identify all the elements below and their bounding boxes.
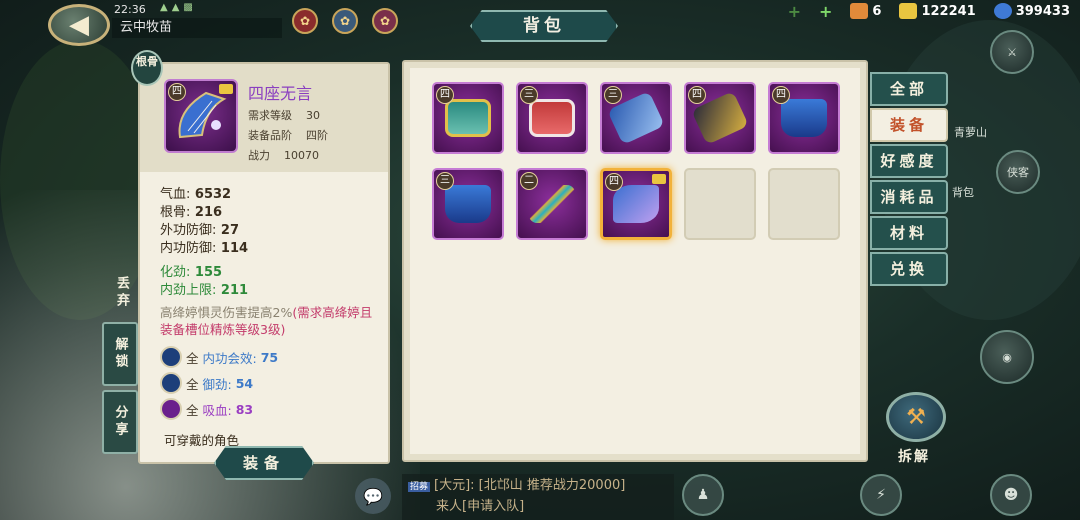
add-icon[interactable]: + (819, 2, 832, 21)
chat-line: 来人[申请入队] (436, 499, 525, 514)
stat-row: 气血: 6532 (160, 187, 232, 202)
status-icons: ▲▲▩ (160, 2, 197, 13)
silver-currency: 399433 (993, 3, 1070, 19)
area-name: 云中牧苗 (112, 18, 282, 38)
gem-icon (160, 398, 182, 420)
item-name: 四座无言 (248, 84, 313, 103)
add-icon[interactable]: + (788, 2, 801, 21)
team-icon[interactable]: ♟ (682, 474, 724, 516)
boots-icon (445, 185, 491, 223)
inventory-slot-empty[interactable] (768, 168, 840, 240)
tab-consumables[interactable]: 消耗品 (870, 180, 948, 214)
item-detail-panel: 四 四座无言 需求等级 30 装备品阶 四阶 战力 10070 气血: 6532 根骨… (138, 62, 390, 464)
stat-row: 内劲上限: 211 (160, 283, 249, 298)
dismantle-button[interactable]: 拆解 (898, 446, 930, 466)
gem-row: 全 御劲: 54 (160, 370, 278, 396)
item-meta: 需求等级 30 装备品阶 四阶 战力 10070 (248, 106, 328, 166)
tab-exchange[interactable]: 兑换 (870, 252, 948, 286)
gem-icon (160, 372, 182, 394)
tab-all[interactable]: 全部 (870, 72, 948, 106)
discard-button[interactable]: 丢弃 (112, 276, 131, 310)
page-title: 背包 (470, 10, 618, 42)
ticket-count: 6 (872, 3, 882, 19)
tab-equipment[interactable]: 装备 (870, 108, 948, 142)
hud-badges: ✿ ✿ ✿ (292, 8, 398, 34)
belt-icon (529, 99, 575, 137)
chat-box[interactable]: 招募 [大元]: [北邙山 推荐战力20000] 来人[申请入队] (402, 474, 674, 520)
inventory-slot-empty[interactable] (684, 168, 756, 240)
crest-icon[interactable]: ✿ (372, 8, 398, 34)
equip-button[interactable]: 装备 (214, 446, 314, 480)
npc-button[interactable]: ⚔ (990, 30, 1034, 74)
boots-icon (781, 99, 827, 137)
quality-flag-icon (652, 174, 666, 184)
gem-row: 全 吸血: 83 (160, 396, 278, 422)
chat-icon[interactable]: 💬 (355, 478, 391, 514)
npc-label: 背包 (952, 186, 974, 199)
gem-row: 全 内功会效: 75 (160, 344, 278, 370)
tab-materials[interactable]: 材料 (870, 216, 948, 250)
skill-icon[interactable]: ⚡ (860, 474, 902, 516)
crown-icon (899, 3, 918, 19)
harp-icon (613, 185, 659, 223)
gem-icon (160, 346, 182, 368)
inventory-slot-selected[interactable]: 四 (600, 168, 672, 240)
inventory-slot[interactable]: 三 (516, 82, 588, 154)
meta-row: 需求等级 30 (248, 109, 320, 122)
stat-row: 化劲: 155 (160, 265, 223, 280)
npc-label: 青萝山 (954, 126, 987, 139)
belt-icon (445, 99, 491, 137)
orb-icon (993, 3, 1012, 19)
share-button[interactable]: 分享 (102, 390, 138, 454)
stat-row: 外功防御: 27 (160, 223, 240, 238)
gold-currency: 122241 (899, 3, 976, 19)
ticket-currency: 6 (850, 3, 881, 19)
inventory-slot[interactable]: 二 (516, 168, 588, 240)
harp-graphic (178, 91, 227, 139)
unlock-button[interactable]: 解锁 (102, 322, 138, 386)
spears-icon (529, 185, 575, 223)
harp-icon: 四 (164, 79, 238, 153)
bonus-stats: 化劲: 155 内劲上限: 211 (160, 264, 248, 300)
ticket-icon (850, 3, 869, 19)
crest-icon[interactable]: ✿ (292, 8, 318, 34)
inventory-slot[interactable]: 四 (768, 82, 840, 154)
attribute-badge: 根骨 (131, 50, 163, 86)
gold-count: 122241 (921, 3, 976, 19)
inventory-slot[interactable]: 三 (432, 168, 504, 240)
crest-icon[interactable]: ✿ (332, 8, 358, 34)
currency-bar: + + 6 122241 399433 (788, 0, 1070, 22)
meta-row: 装备品阶 四阶 (248, 129, 328, 142)
inventory-slot[interactable]: 四 (432, 82, 504, 154)
back-arrow-icon: ◀ (69, 10, 89, 40)
gem-list: 全 内功会效: 75 全 御劲: 54 全 吸血: 83 (160, 344, 278, 422)
npc-button[interactable]: 侠客 (996, 150, 1040, 194)
chat-line: 招募 [大元]: [北邙山 推荐战力20000] (408, 478, 626, 493)
inventory-slot[interactable]: 四 (684, 82, 756, 154)
meta-row: 战力 10070 (248, 149, 319, 162)
back-button[interactable]: ◀ (48, 4, 110, 46)
inventory-slot[interactable]: 三 (600, 82, 672, 154)
eye-icon[interactable]: ◉ (980, 330, 1034, 384)
clock: 22:36 (114, 3, 146, 16)
set-effect: 高绛婷惧灵伤害提高2%(需求高绛婷且装备槽位精炼等级3级) (160, 305, 373, 337)
tab-favor[interactable]: 好感度 (870, 144, 948, 178)
inventory-panel: 四 三 三 四 四 三 二 四 (402, 60, 868, 462)
base-stats: 气血: 6532 根骨: 216 外功防御: 27 内功防御: 114 (160, 186, 248, 258)
item-detail-header: 四 四座无言 需求等级 30 装备品阶 四阶 战力 10070 (140, 64, 388, 172)
stat-row: 内功防御: 114 (160, 241, 249, 256)
stat-row: 根骨: 216 (160, 205, 223, 220)
character-icon[interactable]: ☻ (990, 474, 1032, 516)
silver-count: 399433 (1015, 3, 1070, 19)
hammer-icon[interactable]: ⚒ (886, 392, 946, 442)
